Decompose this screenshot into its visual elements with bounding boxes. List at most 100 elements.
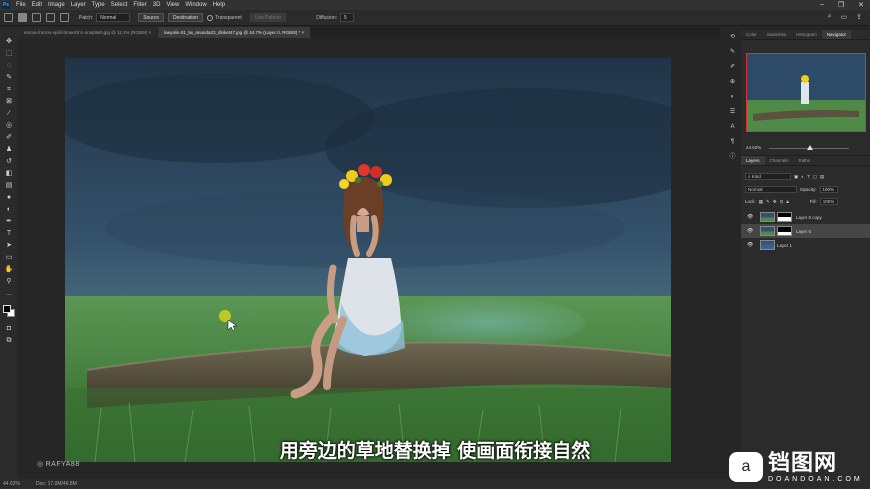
lock-image-icon[interactable]: ✎	[766, 199, 770, 205]
menu-filter[interactable]: Filter	[133, 2, 146, 8]
navigator-preview[interactable]	[746, 53, 866, 132]
intersect-selection-icon[interactable]	[60, 13, 69, 22]
stamp-tool-icon[interactable]: ♟	[4, 145, 14, 154]
layer-name[interactable]: Layer 0 copy	[796, 215, 822, 220]
brush-tool-icon[interactable]: ✐	[4, 133, 14, 142]
maximize-icon[interactable]: ❐	[838, 1, 844, 9]
layer-mask-thumbnail[interactable]	[777, 226, 792, 236]
frame-tool-icon[interactable]: ⊠	[4, 97, 14, 106]
search-icon[interactable]: ⌕	[828, 13, 832, 21]
menu-file[interactable]: File	[16, 2, 26, 8]
tab-channels[interactable]: Channels	[765, 156, 794, 165]
menu-select[interactable]: Select	[111, 2, 128, 8]
tab-document-2[interactable]: laeyalin-01_tw_ananda23_dloket47.jpg @ 4…	[158, 27, 311, 38]
tab-navigator[interactable]: Navigator	[821, 30, 852, 39]
adjustment-filter-icon[interactable]: ◐	[801, 174, 804, 179]
pixel-filter-icon[interactable]: ▣	[794, 174, 798, 180]
crop-tool-icon[interactable]: ⌗	[4, 85, 14, 94]
lock-all-icon[interactable]: 🔒︎	[786, 199, 788, 204]
path-select-tool-icon[interactable]: ➤	[4, 241, 14, 250]
layer-row[interactable]: 👁︎ Layer 1	[741, 238, 870, 252]
clone-source-icon[interactable]: ⊕	[729, 78, 737, 86]
color-swatches[interactable]	[3, 305, 15, 317]
menu-view[interactable]: View	[166, 2, 179, 8]
eraser-tool-icon[interactable]: ◧	[4, 169, 14, 178]
patch-mode-select[interactable]: Normal	[96, 13, 131, 22]
menu-3d[interactable]: 3D	[153, 2, 161, 8]
paragraph-icon[interactable]: ¶	[729, 138, 737, 146]
character-icon[interactable]: A	[729, 123, 737, 131]
transparent-checkbox[interactable]	[207, 14, 214, 21]
brushes-icon[interactable]: ✐	[729, 63, 737, 71]
kind-filter-select[interactable]: ⌕ Kind	[745, 173, 791, 180]
quick-select-tool-icon[interactable]: ✎	[4, 73, 14, 82]
fill-input[interactable]: 100%	[819, 198, 838, 205]
lock-position-icon[interactable]: ✥	[773, 199, 777, 205]
navigator-zoom-knob[interactable]	[807, 145, 813, 150]
smart-object-filter-icon[interactable]: ▤	[820, 174, 824, 180]
menu-edit[interactable]: Edit	[32, 2, 42, 8]
minimize-icon[interactable]: –	[820, 1, 824, 9]
navigator-zoom[interactable]: 44.62%	[746, 145, 761, 150]
use-pattern-button[interactable]: Use Pattern	[249, 13, 287, 22]
diffusion-select[interactable]: 5	[340, 13, 354, 22]
status-zoom[interactable]: 44.62%	[3, 481, 20, 487]
layer-thumbnail[interactable]	[760, 212, 775, 222]
shape-tool-icon[interactable]: ▭	[4, 253, 14, 262]
dodge-tool-icon[interactable]: ◐	[4, 205, 14, 214]
brush-settings-icon[interactable]: ✎	[729, 48, 737, 56]
zoom-tool-icon[interactable]: ⚲	[4, 277, 14, 286]
tab-layers[interactable]: Layers	[741, 156, 765, 165]
blend-mode-select[interactable]: Normal	[745, 186, 797, 193]
blur-tool-icon[interactable]: ●	[4, 193, 14, 202]
history-brush-tool-icon[interactable]: ↺	[4, 157, 14, 166]
menu-layer[interactable]: Layer	[71, 2, 86, 8]
tab-document-1[interactable]: emma-francis-vpriil-bmeeOn1-unsplash.jpg…	[18, 27, 158, 38]
screen-mode-icon[interactable]: ⧉	[4, 336, 14, 345]
more-tools-icon[interactable]: …	[4, 289, 14, 298]
source-button[interactable]: Source	[138, 13, 165, 22]
layer-name[interactable]: Layer 0	[796, 229, 811, 234]
eyedropper-tool-icon[interactable]: ⁄	[4, 109, 14, 118]
menu-type[interactable]: Type	[92, 2, 105, 8]
gradient-tool-icon[interactable]: ▤	[4, 181, 14, 190]
foreground-color-swatch[interactable]	[3, 305, 11, 313]
layer-mask-thumbnail[interactable]	[777, 212, 792, 222]
menu-image[interactable]: Image	[48, 2, 65, 8]
lock-transparent-icon[interactable]: ▦	[759, 199, 763, 205]
tab-paths[interactable]: Paths	[794, 156, 816, 165]
quick-mask-icon[interactable]: ◘	[4, 324, 14, 333]
info-icon[interactable]: ⓘ	[729, 153, 737, 161]
layer-name[interactable]: Layer 1	[777, 243, 792, 248]
hand-tool-icon[interactable]: ✋	[4, 265, 14, 274]
add-selection-icon[interactable]	[32, 13, 41, 22]
layer-row[interactable]: 👁︎ Layer 0 copy	[741, 210, 870, 224]
new-selection-icon[interactable]	[18, 13, 27, 22]
opacity-input[interactable]: 100%	[819, 186, 838, 193]
type-tool-icon[interactable]: T	[4, 229, 14, 238]
patch-tool-icon[interactable]	[4, 13, 13, 22]
visibility-eye-icon[interactable]: 👁︎	[747, 228, 753, 234]
tab-swatches[interactable]: Swatches	[762, 30, 792, 39]
adjustments-icon[interactable]: ◐	[729, 93, 737, 101]
visibility-eye-icon[interactable]: 👁︎	[747, 214, 753, 220]
menu-window[interactable]: Window	[185, 2, 206, 8]
tab-color[interactable]: Color	[741, 30, 762, 39]
close-icon[interactable]: ✕	[858, 1, 864, 9]
workspace-icon[interactable]: ▭	[841, 13, 848, 21]
canvas-area[interactable]	[18, 38, 720, 479]
document-canvas[interactable]	[65, 58, 671, 462]
layer-row-selected[interactable]: 👁︎ Layer 0	[741, 224, 870, 238]
lock-artboard-icon[interactable]: ⊡	[780, 199, 784, 205]
subtract-selection-icon[interactable]	[46, 13, 55, 22]
photoshop-logo-icon[interactable]: Ps	[2, 1, 10, 9]
pen-tool-icon[interactable]: ✒	[4, 217, 14, 226]
share-icon[interactable]: ⇪	[856, 13, 862, 21]
move-tool-icon[interactable]: ✥	[4, 37, 14, 46]
shape-filter-icon[interactable]: ▢	[813, 174, 817, 180]
menu-help[interactable]: Help	[213, 2, 225, 8]
patch-tool-icon[interactable]: ◎	[4, 121, 14, 130]
tab-histogram[interactable]: Histogram	[791, 30, 822, 39]
properties-icon[interactable]: ☰	[729, 108, 737, 116]
destination-button[interactable]: Destination	[168, 13, 204, 22]
